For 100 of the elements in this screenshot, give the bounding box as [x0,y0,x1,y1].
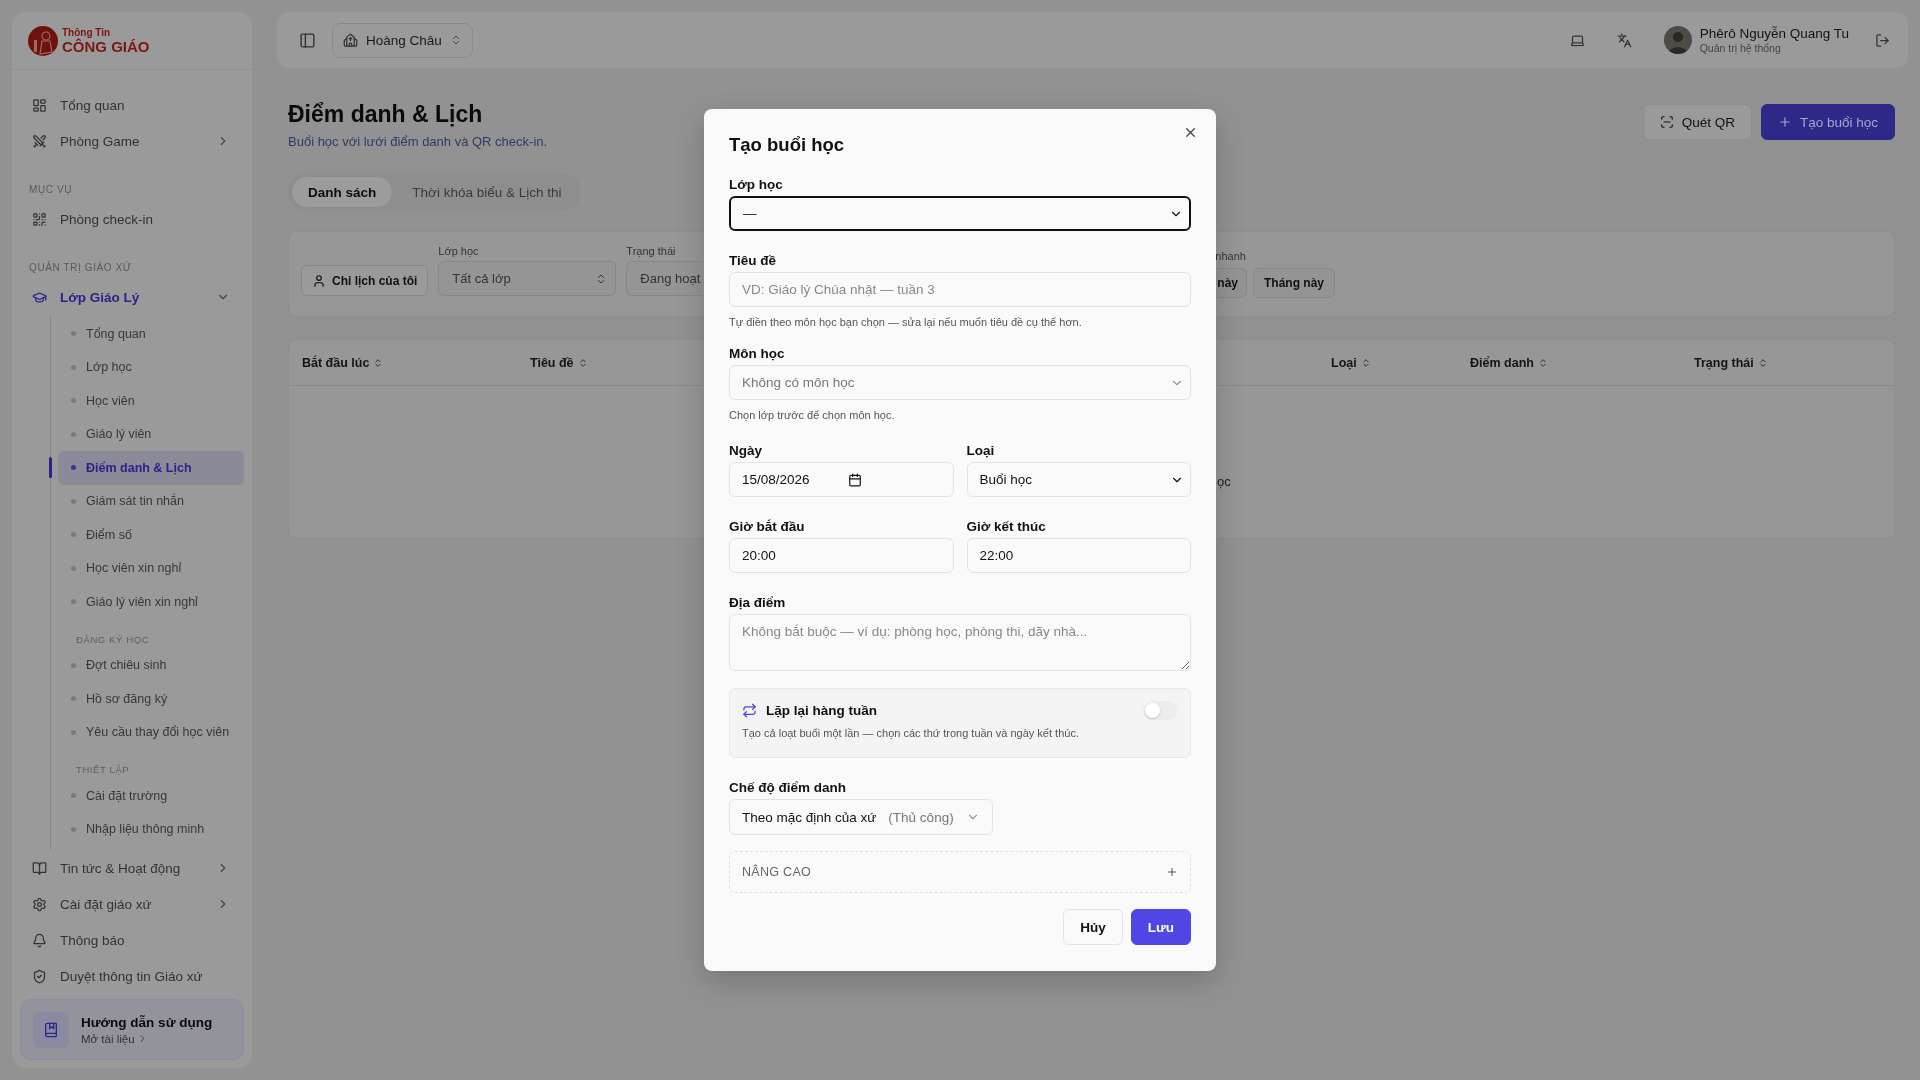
nav-item[interactable]: Giáo lý viên [58,417,244,451]
nav-item[interactable]: Duyệt thông tin Giáo xứ [20,958,244,994]
create-button[interactable]: Tạo buổi học [1760,104,1895,140]
end-time-field[interactable]: 22:00 [966,538,1191,573]
column-header[interactable]: Trạng thái [1694,355,1894,370]
date-field[interactable]: 15/08/2026 [729,462,954,497]
field-hint: Tự điền theo môn học bạn chọn — sửa lại nếu muốn tiêu đề cụ thể hơn. [729,316,1083,328]
column-header[interactable]: Bắt đầu lúc [302,355,530,370]
bullet-icon [71,826,76,832]
type-select[interactable]: Buổi học [966,462,1191,497]
field-label: Lớp học [729,177,784,192]
field-label: Tiêu đề [729,253,777,268]
nav-item[interactable]: Phòng check-in [20,201,244,237]
nav-item[interactable]: Nhập liệu thông minh [58,812,244,846]
status-filter[interactable]: Đang hoạt [626,261,704,296]
page-subtitle: Buổi học với lưới điểm danh và QR check-in. [288,134,548,149]
logo-icon [28,25,58,56]
field-hint: Chọn lớp trước để chọn môn học. [729,409,896,421]
avatar[interactable] [1663,26,1692,54]
nav-item[interactable]: Đợt chiêu sinh [58,648,244,682]
logo-text: CÔNG GIÁO [62,38,150,54]
cancel-button[interactable]: Hủy [1063,909,1123,945]
bullet-icon [71,331,76,337]
tab[interactable]: Danh sách [292,177,393,207]
repeat-icon [742,703,757,718]
column-header[interactable]: Tiêu đề [530,355,650,370]
scan-button[interactable]: Quét QR [1642,104,1752,140]
field-label: Giờ bắt đầu [729,519,806,534]
bullet-icon [71,662,76,668]
help-title: Hướng dẫn sử dụng [81,1014,213,1030]
bullet-icon [71,565,76,571]
nav-item[interactable]: Thông báo [20,922,244,958]
plus-icon [1166,866,1178,878]
field-label: Môn học [729,346,786,361]
help-card[interactable]: Hướng dẫn sử dụng Mở tài liệu [20,999,244,1060]
logo-text: Thông Tin [62,27,112,38]
bullet-icon [71,465,76,471]
nav-item[interactable]: Học viên [58,384,244,418]
nav-item[interactable]: Cài đặt giáo xứ [20,886,244,922]
start-time-field[interactable]: 20:00 [729,538,954,573]
save-button[interactable]: Lưu [1130,909,1191,945]
attendance-mode-select[interactable]: Theo mặc định của xứ (Thủ công) [729,799,993,835]
nav-item[interactable]: Phòng Game [20,123,244,159]
translate-icon[interactable] [1616,32,1632,48]
user-icon [312,273,326,288]
class-select[interactable]: — [729,196,1191,231]
nav-item[interactable]: Giáo lý viên xin nghỉ [58,585,244,619]
shield-icon [32,968,47,984]
my-schedule-button[interactable]: Chỉ lịch của tôi [301,265,429,296]
user-role: Quản trị hệ thống [1699,41,1782,54]
scan-icon [1659,115,1674,129]
logout-icon[interactable] [1875,32,1890,48]
nav-item[interactable]: Học viên xin nghỉ [58,551,244,585]
sidebar-toggle-icon[interactable] [299,31,316,49]
bullet-icon [71,696,76,702]
workspace-select[interactable]: Hoàng Châu [332,22,473,58]
title-field[interactable]: VD: Giáo lý Chúa nhật — tuần 3 [729,272,1191,307]
nav-item[interactable]: Hồ sơ đăng ký [58,682,244,716]
field-label: Loại [966,443,996,458]
repeat-description: Tạo cả loạt buổi một lần — chọn các thứ trong tuần và ngày kết thúc. [742,727,1080,739]
repeat-switch[interactable] [1143,701,1177,720]
tab[interactable]: Thời khóa biểu & Lịch thi [396,177,578,207]
qr-code-icon [32,211,47,227]
bullet-icon [71,793,76,799]
sort-icon [577,357,588,368]
graduation-cap-icon [32,289,47,305]
sort-icon [1757,357,1768,368]
section-heading: QUẢN TRỊ GIÁO XỨ [28,260,133,275]
bullet-icon [71,398,76,404]
bullet-icon [71,498,76,504]
dialog-title: Tạo buổi học [729,133,846,157]
location-field[interactable]: Không bắt buộc — ví dụ: phòng học, phòng thi, dãy nhà... [729,614,1191,671]
laptop-icon[interactable] [1569,32,1585,48]
nav-item[interactable]: Tin tức & Hoạt động [20,850,244,886]
nav-item[interactable]: Lớp học [58,350,244,384]
bullet-icon [71,532,76,538]
advanced-section[interactable]: NÂNG CAO [729,851,1191,893]
bullet-icon [71,599,76,605]
column-header[interactable]: Loại [1331,355,1470,370]
nav-item[interactable]: Điểm số [58,518,244,552]
help-link[interactable]: Mở tài liệu [81,1032,213,1045]
empty-message: ọc [1217,474,1231,489]
column-header[interactable]: Điểm danh [1470,355,1694,370]
nav-item[interactable]: Lớp Giáo Lý [20,279,244,315]
book-icon [32,860,47,876]
bell-icon [32,932,47,948]
quick-filter-button[interactable]: này [1215,268,1248,298]
section-heading: MỤC VỤ [28,183,74,197]
settings-icon [32,896,47,912]
nav-item[interactable]: Tổng quan [58,317,244,351]
nav-item[interactable]: Yêu cầu thay đổi học viên [58,715,244,749]
bullet-icon [71,364,76,370]
quick-filter-button[interactable]: Tháng này [1253,268,1336,298]
nav-item[interactable]: Giám sát tin nhắn [58,484,244,518]
filter-label: nhanh [1215,250,1247,262]
class-filter[interactable]: Tất cả lớp [438,261,617,296]
active-indicator [49,457,52,478]
nav-item[interactable]: Cài đặt trường [58,779,244,813]
nav-item[interactable]: Tổng quan [20,87,244,123]
church-icon [343,32,358,48]
